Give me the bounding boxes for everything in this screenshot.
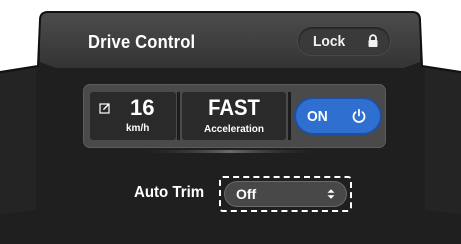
power-toggle[interactable]: ON — [296, 99, 380, 133]
divider — [288, 92, 291, 140]
drive-control-panel: Drive Control Lock 16 km/h FAST Accelera… — [0, 0, 461, 244]
lock-button-label: Lock — [313, 33, 346, 50]
acceleration-readout[interactable]: FAST Acceleration — [182, 92, 286, 140]
speed-readout[interactable]: 16 km/h — [90, 92, 176, 140]
acceleration-value: FAST — [208, 95, 260, 120]
divider — [177, 92, 180, 140]
acceleration-label: Acceleration — [203, 124, 265, 135]
speed-value: 16 — [130, 95, 155, 120]
power-icon — [352, 108, 366, 123]
auto-trim-label: Auto Trim — [134, 184, 205, 201]
up-down-chevron-icon — [327, 189, 335, 199]
auto-trim-select[interactable]: Off — [225, 182, 346, 206]
padlock-icon — [368, 34, 378, 47]
lock-button[interactable]: Lock — [298, 27, 390, 55]
edit-icon[interactable] — [99, 102, 111, 114]
panel-title: Drive Control — [88, 32, 196, 52]
readout-group: 16 km/h FAST Acceleration ON — [84, 85, 385, 147]
auto-trim-value: Off — [236, 186, 257, 202]
power-toggle-label: ON — [307, 108, 328, 125]
speed-unit: km/h — [126, 123, 150, 134]
